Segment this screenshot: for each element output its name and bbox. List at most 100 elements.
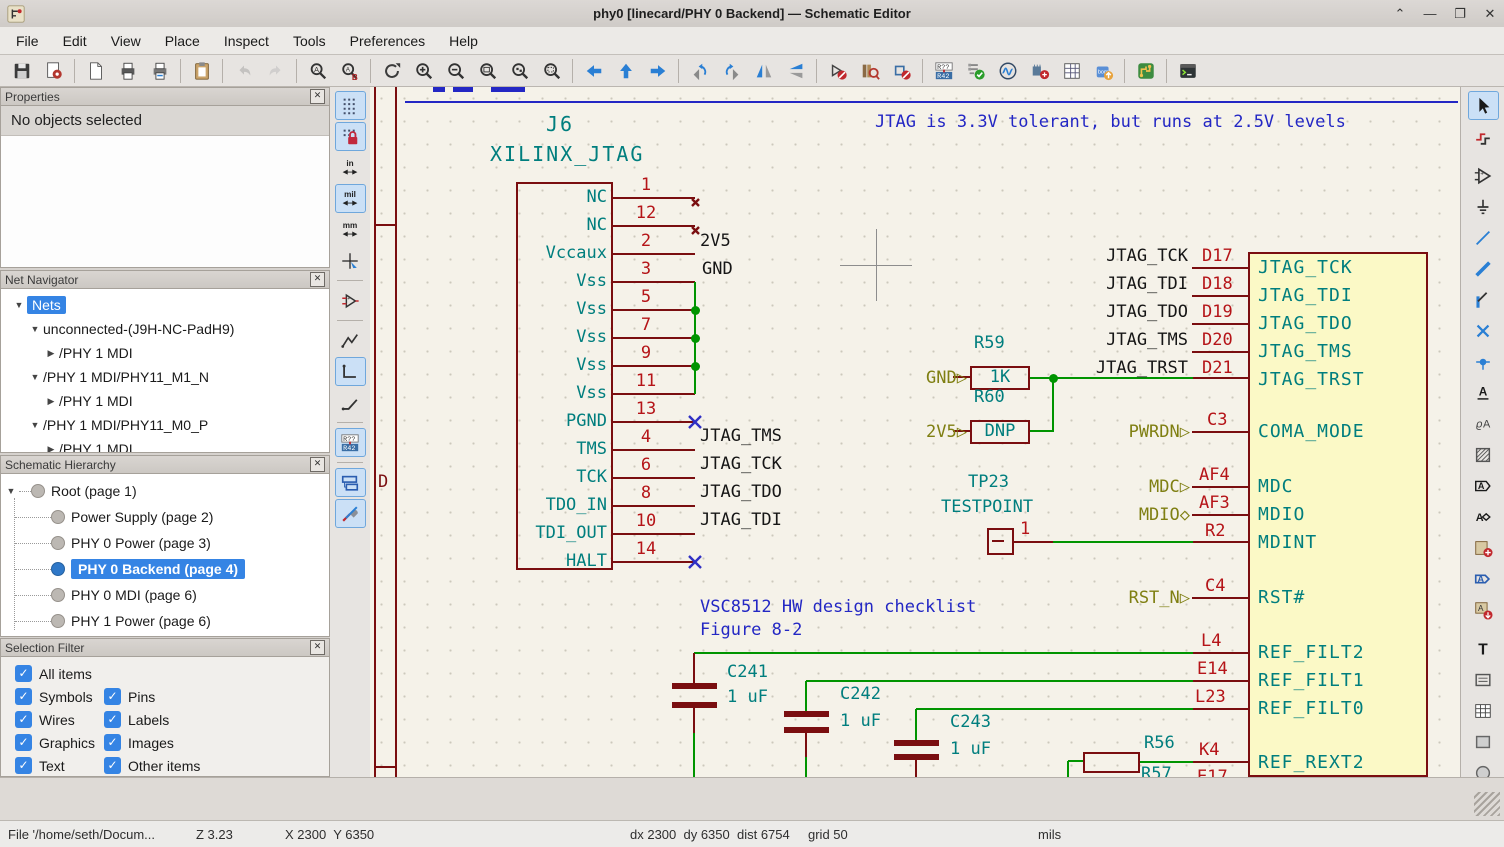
j6-ref[interactable]: J6 [546,114,574,135]
schematic-text[interactable]: JTAG_TDI [700,512,782,530]
navforward-button[interactable] [642,56,673,85]
menu-place[interactable]: Place [153,29,212,53]
filter-graphics[interactable]: ✓Graphics [15,734,104,751]
schematic-text[interactable]: D17 [1202,248,1233,266]
schematic-text[interactable]: MDIO [1258,506,1305,525]
zoomobjects-button[interactable] [504,56,535,85]
annotate-button[interactable]: R??R42 [928,56,959,85]
minimize-button[interactable]: — [1422,6,1438,21]
schematic-text[interactable]: TDO_IN [546,497,607,515]
sheetpin-button[interactable]: A [1468,564,1499,593]
checkbox-checked-icon[interactable]: ✓ [104,688,121,705]
sheet-row-phy-0-power-page-3-[interactable]: PHY 0 Power (page 3) [1,530,329,556]
highlightnet-button[interactable] [1468,122,1499,151]
c242-ref[interactable]: C242 [840,686,881,704]
freeangle-button[interactable] [335,326,366,355]
maximize-button[interactable]: ❐ [1452,6,1468,22]
schematic-text[interactable]: JTAG_TDI [1106,276,1188,294]
schematic-text[interactable]: TDI_OUT [535,525,607,543]
table-button[interactable] [1468,696,1499,725]
schematic-text[interactable]: 5 [616,289,676,307]
netlabel-button[interactable]: A [1468,378,1499,407]
propspanel-button[interactable] [335,499,366,528]
net-tree-row[interactable]: ▶/PHY 1 MDI [1,437,329,453]
schematic-text[interactable]: Vccaux [546,245,607,263]
schematic-text[interactable]: 7 [616,317,676,335]
undo-button[interactable] [228,56,259,85]
schematic-text[interactable]: AF4 [1199,467,1230,485]
sheet-label[interactable]: PHY 0 MDI (page 6) [71,587,197,603]
checkbox-checked-icon[interactable]: ✓ [15,711,32,728]
schematic-text[interactable]: Vss [576,357,607,375]
schematic-text[interactable]: JTAG_TCK [700,456,782,474]
tp23-value[interactable]: TESTPOINT [941,499,1033,517]
net-tree-row[interactable]: ▼/PHY 1 MDI/PHY11_M0_P [1,413,329,437]
schematic-text[interactable]: NC [587,217,607,235]
schematic-text[interactable]: 2V5 [700,233,731,251]
schematic-text[interactable]: JTAG_TCK [1258,259,1353,278]
schematic-text[interactable]: JTAG_TCK [1106,248,1188,266]
schematic-text[interactable]: RST_N▷ [1129,590,1190,608]
filter-all-items[interactable]: ✓All items [15,665,104,682]
hiddenpins-button[interactable]: + [335,286,366,315]
schematic-text[interactable]: C4 [1205,578,1225,596]
annotate-button[interactable]: R??R42 [335,428,366,457]
placesymbol-button[interactable]: + [1468,161,1499,190]
sheet-row-power-supply-page-2-[interactable]: Power Supply (page 2) [1,504,329,530]
schematic-text[interactable]: HALT [566,553,607,571]
textbox-button[interactable] [1468,665,1499,694]
selection-filter-close-button[interactable]: ✕ [310,640,325,655]
text-button[interactable]: T [1468,634,1499,663]
properties-close-button[interactable]: ✕ [310,89,325,104]
zoomselection-button[interactable] [536,56,567,85]
schematic-text[interactable]: PGND [566,413,607,431]
gridlock-button[interactable] [335,122,366,151]
wire-button[interactable] [1468,223,1499,252]
hvline-button[interactable] [335,357,366,386]
j6-value[interactable]: XILINX_JTAG [490,144,644,165]
schematic-text[interactable]: 3 [616,261,676,279]
collapsed-arrow-icon[interactable]: ▶ [43,396,59,407]
editsymbol-button[interactable] [822,56,853,85]
select-button[interactable] [1468,91,1499,120]
sheet-row-root-page-1-[interactable]: ▼Root (page 1) [1,478,329,504]
schematic-text[interactable]: GND [702,261,733,279]
junction-button[interactable] [1468,347,1499,376]
menu-edit[interactable]: Edit [51,29,99,53]
schematic-text[interactable]: C3 [1207,412,1227,430]
schematic-text[interactable]: AF3 [1199,495,1230,513]
tp23-body[interactable] [987,528,1014,555]
powerport-button[interactable] [1468,192,1499,221]
expanded-arrow-icon[interactable]: ▼ [3,486,19,496]
schematic-text[interactable]: JTAG_TMS [1106,332,1188,350]
net-tree-row[interactable]: ▼/PHY 1 MDI/PHY11_M1_N [1,365,329,389]
schematic-text[interactable]: D19 [1202,304,1233,322]
rotateccw-button[interactable] [684,56,715,85]
print-button[interactable] [112,56,143,85]
simulator-button[interactable] [992,56,1023,85]
schematic-text[interactable]: 1 [1020,521,1030,539]
browselibs-button[interactable] [854,56,885,85]
schematic-text[interactable]: MDINT [1258,534,1317,553]
net-tree-label[interactable]: /PHY 1 MDI [59,345,133,361]
schematic-text[interactable]: REF_FILT2 [1258,644,1365,663]
schematic-text[interactable]: E17 [1197,769,1228,777]
c241-value[interactable]: 1 uF [727,689,768,707]
note-figure[interactable]: Figure 8-2 [700,622,802,640]
schematic-text[interactable]: Vss [576,273,607,291]
unitmil-button[interactable]: mil [335,184,366,213]
collapsed-arrow-icon[interactable]: ▶ [43,444,59,454]
schematic-text[interactable]: JTAG_TDO [1258,315,1353,334]
schematic-text[interactable]: 8 [616,485,676,503]
net-tree-label[interactable]: /PHY 1 MDI/PHY11_M0_P [43,417,208,433]
expanded-arrow-icon[interactable]: ▼ [27,324,43,334]
sheetset-button[interactable] [38,56,69,85]
redo-button[interactable] [260,56,291,85]
r56-body[interactable] [1083,752,1140,773]
schematic-text[interactable]: JTAG_TDO [1106,304,1188,322]
busentry-button[interactable] [1468,285,1499,314]
r59-value[interactable]: 1K [970,369,1030,387]
schematic-text[interactable]: MDC [1258,478,1294,497]
c243-value[interactable]: 1 uF [950,741,991,759]
schematic-text[interactable]: 6 [616,457,676,475]
